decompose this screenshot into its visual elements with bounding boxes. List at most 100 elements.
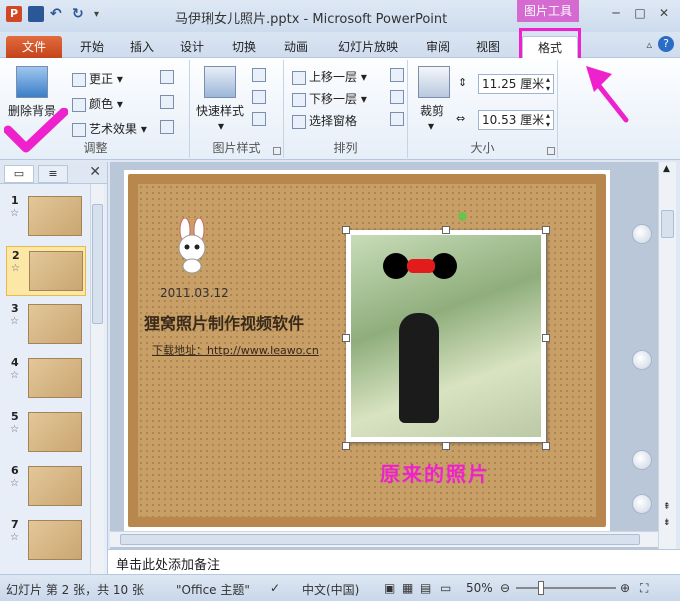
zoom-out-icon[interactable]: ⊖ [500, 581, 510, 595]
previous-slide-icon[interactable]: ⇞ [663, 502, 671, 512]
rotation-handle[interactable] [458, 212, 467, 221]
slide-date[interactable]: 2011.03.12 [160, 286, 229, 300]
minimize-icon[interactable]: ─ [606, 4, 626, 22]
tab-animations[interactable]: 动画 [276, 36, 316, 58]
picture-border-icon[interactable] [252, 68, 266, 82]
spellcheck-icon[interactable]: ✓ [270, 581, 280, 595]
slides-panel-scrollbar[interactable] [90, 184, 104, 574]
slide-vertical-scrollbar[interactable]: ▲ ⇞ ⇟ [658, 162, 676, 549]
resize-handle-sw[interactable] [342, 442, 350, 450]
girl-figure [399, 313, 439, 423]
next-slide-icon[interactable]: ⇟ [663, 518, 671, 528]
crop-button[interactable]: 裁剪 ▾ [420, 102, 444, 133]
resize-handle-ne[interactable] [542, 226, 550, 234]
send-backward-icon [292, 92, 306, 107]
slide-thumb-3[interactable]: 3 ☆ [6, 300, 86, 350]
slide-thumb-5[interactable]: 5 ☆ [6, 408, 86, 458]
horizontal-scroll-thumb[interactable] [120, 534, 640, 545]
zoom-level[interactable]: 50% [466, 581, 493, 595]
picture-layout-icon[interactable] [252, 112, 266, 126]
rotate-icon[interactable] [390, 112, 404, 126]
slide-thumb-1[interactable]: 1 ☆ [6, 192, 86, 242]
slides-panel-scroll-thumb[interactable] [92, 204, 103, 324]
window-title: 马伊琍女儿照片.pptx - Microsoft PowerPoint [175, 12, 448, 27]
zoom-slider[interactable] [516, 581, 616, 595]
width-field[interactable]: 10.53 厘米 ▴ ▾ [478, 110, 554, 130]
slide-headline[interactable]: 狸窝照片制作视频软件 [144, 310, 304, 334]
vertical-scroll-thumb[interactable] [661, 210, 674, 238]
resize-handle-s[interactable] [442, 442, 450, 450]
resize-handle-w[interactable] [342, 334, 350, 342]
picture-styles-dialog-launcher[interactable] [273, 147, 281, 155]
normal-view-icon[interactable]: ▣ [384, 581, 395, 595]
fit-to-window-icon[interactable]: ⛶ [640, 581, 648, 596]
corrections-button[interactable]: 更正 ▾ [72, 70, 123, 87]
slide-thumb-6[interactable]: 6 ☆ [6, 462, 86, 512]
save-icon[interactable] [28, 6, 44, 22]
send-backward-button[interactable]: 下移一层 ▾ [292, 90, 367, 107]
language-status[interactable]: 中文(中国) [302, 581, 359, 598]
size-dialog-launcher[interactable] [547, 147, 555, 155]
resize-handle-se[interactable] [542, 442, 550, 450]
close-icon[interactable]: ✕ [654, 4, 674, 22]
slide-horizontal-scrollbar[interactable] [110, 531, 658, 547]
width-spinner-icon[interactable]: ▴ ▾ [546, 111, 550, 129]
tab-review[interactable]: 审阅 [418, 36, 458, 58]
tab-slideshow[interactable]: 幻灯片放映 [332, 36, 404, 58]
redo-icon[interactable]: ↻ [72, 6, 88, 22]
height-spinner-icon[interactable]: ▴ ▾ [546, 75, 550, 93]
tab-transitions[interactable]: 切换 [224, 36, 264, 58]
color-button[interactable]: 颜色 ▾ [72, 95, 123, 112]
change-picture-icon[interactable] [160, 95, 174, 109]
artistic-effects-button[interactable]: 艺术效果 ▾ [72, 120, 147, 137]
height-field[interactable]: 11.25 厘米 ▴ ▾ [478, 74, 554, 94]
slideshow-view-icon[interactable]: ▭ [440, 581, 451, 595]
resize-handle-nw[interactable] [342, 226, 350, 234]
maximize-icon[interactable]: □ [630, 4, 650, 22]
tab-file[interactable]: 文件 [6, 36, 62, 58]
slide-thumb-image [28, 358, 82, 398]
customize-qat-icon[interactable]: ▾ [94, 9, 99, 20]
color-icon [72, 97, 86, 112]
tab-design[interactable]: 设计 [172, 36, 212, 58]
compress-pictures-icon[interactable] [160, 70, 174, 84]
powerpoint-app-icon[interactable]: P [6, 6, 22, 22]
panel-close-icon[interactable]: ✕ [89, 164, 101, 180]
crop-icon [418, 66, 450, 98]
tab-view[interactable]: 视图 [468, 36, 508, 58]
ribbon-minimize-icon[interactable]: ▵ [646, 38, 652, 51]
slide[interactable]: 2011.03.12 狸窝照片制作视频软件 下载地址：http://www.le… [124, 170, 610, 531]
resize-handle-n[interactable] [442, 226, 450, 234]
height-icon: ⇕ [458, 76, 468, 89]
scroll-up-icon[interactable]: ▲ [663, 164, 670, 174]
tab-home[interactable]: 开始 [72, 36, 112, 58]
selection-pane-button[interactable]: 选择窗格 [292, 112, 357, 129]
selected-photo[interactable] [346, 230, 546, 442]
reset-picture-icon[interactable] [160, 120, 174, 134]
download-link[interactable]: 下载地址：http://www.leawo.cn [152, 342, 319, 358]
tab-insert[interactable]: 插入 [122, 36, 162, 58]
slide-sorter-icon[interactable]: ▦ [402, 581, 413, 595]
align-icon[interactable] [390, 68, 404, 82]
width-icon: ⇔ [456, 112, 466, 125]
group-size: 裁剪 ▾ ⇕ 11.25 厘米 ▴ ▾ ⇔ 10.53 厘米 ▴ ▾ 大小 [408, 60, 558, 158]
bring-forward-button[interactable]: 上移一层 ▾ [292, 68, 367, 85]
zoom-in-icon[interactable]: ⊕ [620, 581, 630, 595]
reading-view-icon[interactable]: ▤ [420, 581, 431, 595]
resize-handle-e[interactable] [542, 334, 550, 342]
zoom-slider-thumb[interactable] [538, 581, 544, 595]
slide-thumb-7[interactable]: 7 ☆ [6, 516, 86, 566]
notes-pane[interactable]: 单击此处添加备注 [108, 549, 680, 574]
slide-thumb-4[interactable]: 4 ☆ [6, 354, 86, 404]
slide-thumb-2[interactable]: 2 ☆ [6, 246, 86, 296]
photo-caption[interactable]: 原来的照片 [380, 458, 490, 487]
picture-effects-icon[interactable] [252, 90, 266, 104]
mouse-ear-left-icon [383, 253, 409, 279]
theme-status[interactable]: "Office 主题" [176, 581, 250, 598]
slides-tab-icon[interactable]: ▭ [4, 165, 34, 183]
outline-tab-icon[interactable]: ≡ [38, 165, 68, 183]
help-icon[interactable]: ? [658, 36, 674, 52]
undo-icon[interactable]: ↶ [50, 6, 66, 22]
group-objects-icon[interactable] [390, 90, 404, 104]
quick-styles-button[interactable]: 快速样式 ▾ [196, 102, 244, 133]
